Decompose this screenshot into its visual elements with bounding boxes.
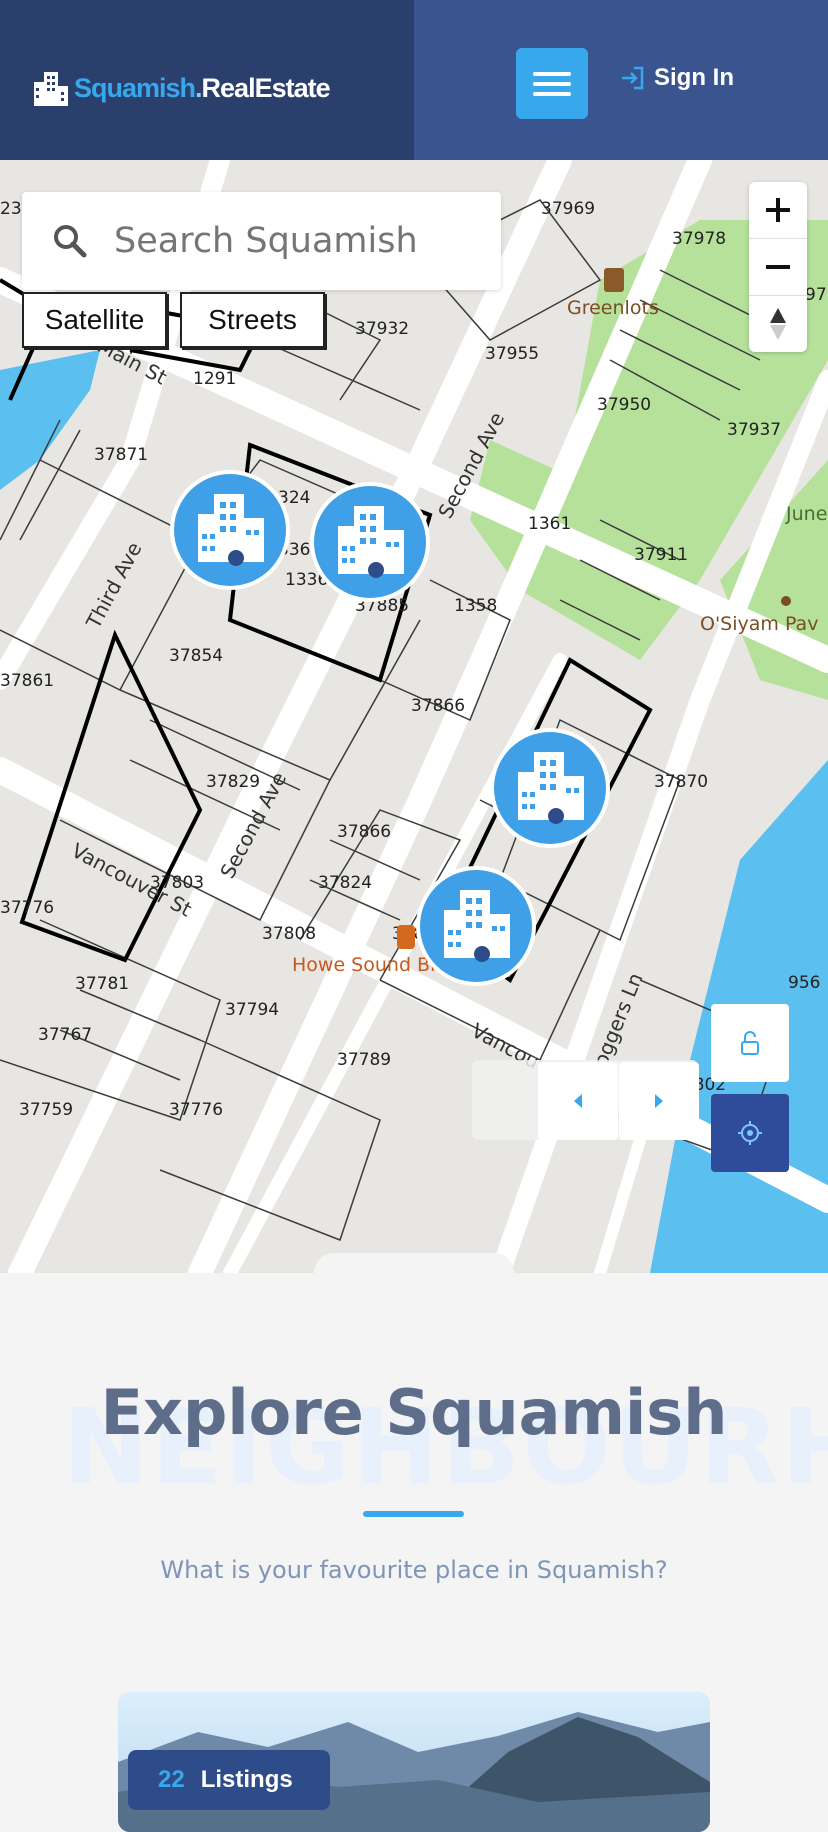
parcel-label: 37970 [450,160,504,165]
bottom-sheet-handle[interactable] [314,1253,514,1273]
locate-me-button[interactable] [711,1094,789,1172]
parcel-label: 37940 [130,160,184,165]
section-subtitle: What is your favourite place in Squamish… [160,1556,668,1584]
listings-label: Listings [200,1766,293,1793]
poi-label: Greenlots [567,297,659,319]
charging-station-icon [604,268,624,292]
parcel-label: 37789 [337,1050,391,1070]
sign-in-label: Sign In [654,64,734,91]
parcel-label: 37978 [672,229,726,249]
parcel-label: 1291 [193,369,236,389]
building-icon [174,474,286,586]
parcel-label: 37866 [337,822,391,842]
site-header: Squamish.RealEstate Sign In [0,0,828,160]
parcel-label: 37871 [94,445,148,465]
previous-button[interactable] [538,1062,618,1140]
parcel-label: 37781 [75,974,129,994]
parcel-label: 37776 [0,898,54,918]
parcel-label: 1361 [528,514,571,534]
poi-label: O'Siyam Pav [700,613,818,635]
sign-in-link[interactable]: Sign In [620,64,734,92]
parcel-label: 37870 [654,772,708,792]
parcel-label: 37969 [541,199,595,219]
search-icon [54,225,87,258]
listing-marker[interactable] [170,470,290,590]
parcel-label: 37861 [0,671,54,691]
parcel-label: 956 [788,973,820,993]
logo-text: Squamish.RealEstate [74,72,331,103]
next-button[interactable] [619,1062,699,1140]
parcel-label: 37824 [318,873,372,893]
building-icon [494,732,606,844]
lock-map-button[interactable] [711,1004,789,1082]
parcel-label: 37794 [225,1000,279,1020]
crosshair-icon [738,1121,762,1145]
parcel-label: 37854 [169,646,223,666]
zoom-controls [749,182,807,352]
parcel-label: 37949 [285,160,339,165]
unlock-icon [741,1031,759,1055]
parcel-label: 97 [805,285,827,305]
compass-icon [770,308,786,340]
parcel-label: 37776 [169,1100,223,1120]
parcel-label: 1358 [454,596,497,616]
parcel-label: 37829 [206,772,260,792]
poi-dot-icon [781,596,791,606]
parcel-label: 37932 [355,319,409,339]
zoom-out-button[interactable] [749,239,807,295]
parcel-label: 37866 [411,696,465,716]
building-icon [420,870,532,982]
listings-count: 22 [158,1766,185,1793]
menu-bar [533,72,571,76]
caret-left-icon [574,1094,582,1108]
beer-icon [397,925,415,949]
menu-button[interactable] [516,48,588,119]
listing-marker[interactable] [490,728,610,848]
plus-icon [766,198,790,222]
minus-icon [766,265,790,269]
parcel-label: 37950 [597,395,651,415]
section-title: Explore Squamish [100,1376,728,1449]
building-logo-icon [34,72,68,106]
parcel-label: 23 [0,199,22,219]
menu-bar [533,82,571,86]
site-logo[interactable]: Squamish.RealEstate [32,68,331,108]
search-input[interactable] [112,220,476,262]
title-underline [363,1511,464,1517]
parcel-label: 37808 [262,924,316,944]
header-left-panel: Squamish.RealEstate [0,0,414,160]
listing-marker[interactable] [416,866,536,986]
zoom-in-button[interactable] [749,182,807,238]
property-map[interactable]: 37940 37949 37970 23 37969 37978 37932 3… [0,160,828,1273]
streets-layer-button[interactable]: Streets [180,292,325,348]
parcel-label: 37937 [727,420,781,440]
map-search-box[interactable] [22,192,501,290]
poi-label: June [785,503,827,525]
compass-button[interactable] [749,296,807,352]
parcel-label: 37759 [19,1100,73,1120]
satellite-layer-button[interactable]: Satellite [22,292,167,348]
sign-in-icon [622,66,644,90]
caret-right-icon [655,1094,663,1108]
listing-marker[interactable] [310,482,430,602]
listings-count-badge[interactable]: 22 Listings [128,1750,330,1810]
parcel-label: 37767 [38,1025,92,1045]
parcel-label: 37911 [634,545,688,565]
menu-bar [533,92,571,96]
parcel-label: 37955 [485,344,539,364]
building-icon [314,486,426,598]
